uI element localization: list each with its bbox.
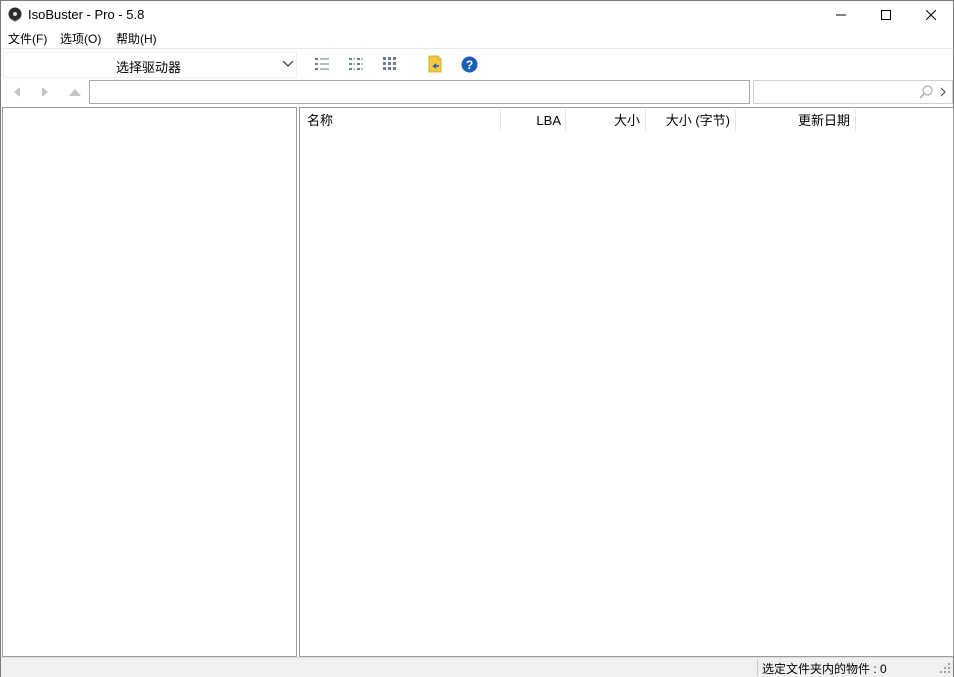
drive-select-label: 选择驱动器 (116, 60, 182, 75)
list-view-icon (349, 58, 363, 70)
maximize-icon (881, 9, 891, 20)
resize-grip-icon[interactable] (939, 662, 951, 674)
icons-view-icon (383, 57, 396, 70)
menu-bar: 文件(F) 选项(O) 帮助(H) (1, 28, 953, 47)
isobuster-app-icon (8, 7, 22, 22)
list-header: 名称 LBA 大小 大小 (字节) 更新日期 (300, 108, 953, 133)
column-header-size-bytes[interactable]: 大小 (字节) (645, 108, 730, 133)
details-view-icon (315, 58, 329, 70)
close-button[interactable] (908, 1, 954, 28)
search-icon[interactable] (918, 84, 934, 100)
column-header-lba[interactable]: LBA (500, 108, 561, 133)
up-icon[interactable] (67, 84, 83, 100)
search-input[interactable] (753, 80, 953, 104)
icons-view-button[interactable] (381, 55, 399, 73)
column-header-size[interactable]: 大小 (565, 108, 640, 133)
column-header-date[interactable]: 更新日期 (735, 108, 850, 133)
extract-folder-icon (428, 55, 442, 73)
menu-help[interactable]: 帮助(H) (116, 30, 157, 47)
close-icon (926, 9, 936, 20)
file-list-pane[interactable]: 名称 LBA 大小 大小 (字节) 更新日期 (299, 107, 954, 657)
chevron-right-icon[interactable] (939, 86, 947, 98)
forward-icon[interactable] (37, 84, 53, 100)
status-bar: 选定文件夹内的物件 : 0 (1, 657, 953, 677)
back-icon[interactable] (9, 84, 25, 100)
drive-select[interactable]: 选择驱动器 (3, 52, 297, 78)
app-window: IsoBuster - Pro - 5.8 文件(F) 选项(O) 帮助(H) … (0, 0, 954, 677)
column-divider[interactable] (855, 110, 856, 131)
folder-tree-pane[interactable] (2, 107, 297, 657)
window-title: IsoBuster - Pro - 5.8 (28, 7, 145, 22)
extract-button[interactable] (426, 55, 444, 73)
list-view-button[interactable] (347, 55, 365, 73)
minimize-icon (836, 14, 846, 15)
status-divider (757, 659, 758, 676)
minimize-button[interactable] (818, 1, 864, 28)
help-icon: ? (461, 56, 477, 72)
help-button[interactable]: ? (460, 55, 478, 73)
svg-text:?: ? (465, 58, 472, 72)
status-text: 选定文件夹内的物件 : 0 (762, 662, 887, 676)
details-view-button[interactable] (313, 55, 331, 73)
path-input[interactable] (89, 80, 835, 104)
title-bar[interactable]: IsoBuster - Pro - 5.8 (1, 1, 953, 28)
chevron-down-icon (282, 60, 294, 67)
column-header-name[interactable]: 名称 (307, 108, 333, 133)
address-bar (1, 78, 953, 107)
toolbar: 选择驱动器 ? (1, 48, 953, 79)
maximize-button[interactable] (863, 1, 909, 28)
menu-file[interactable]: 文件(F) (8, 30, 47, 47)
menu-options[interactable]: 选项(O) (60, 30, 101, 47)
